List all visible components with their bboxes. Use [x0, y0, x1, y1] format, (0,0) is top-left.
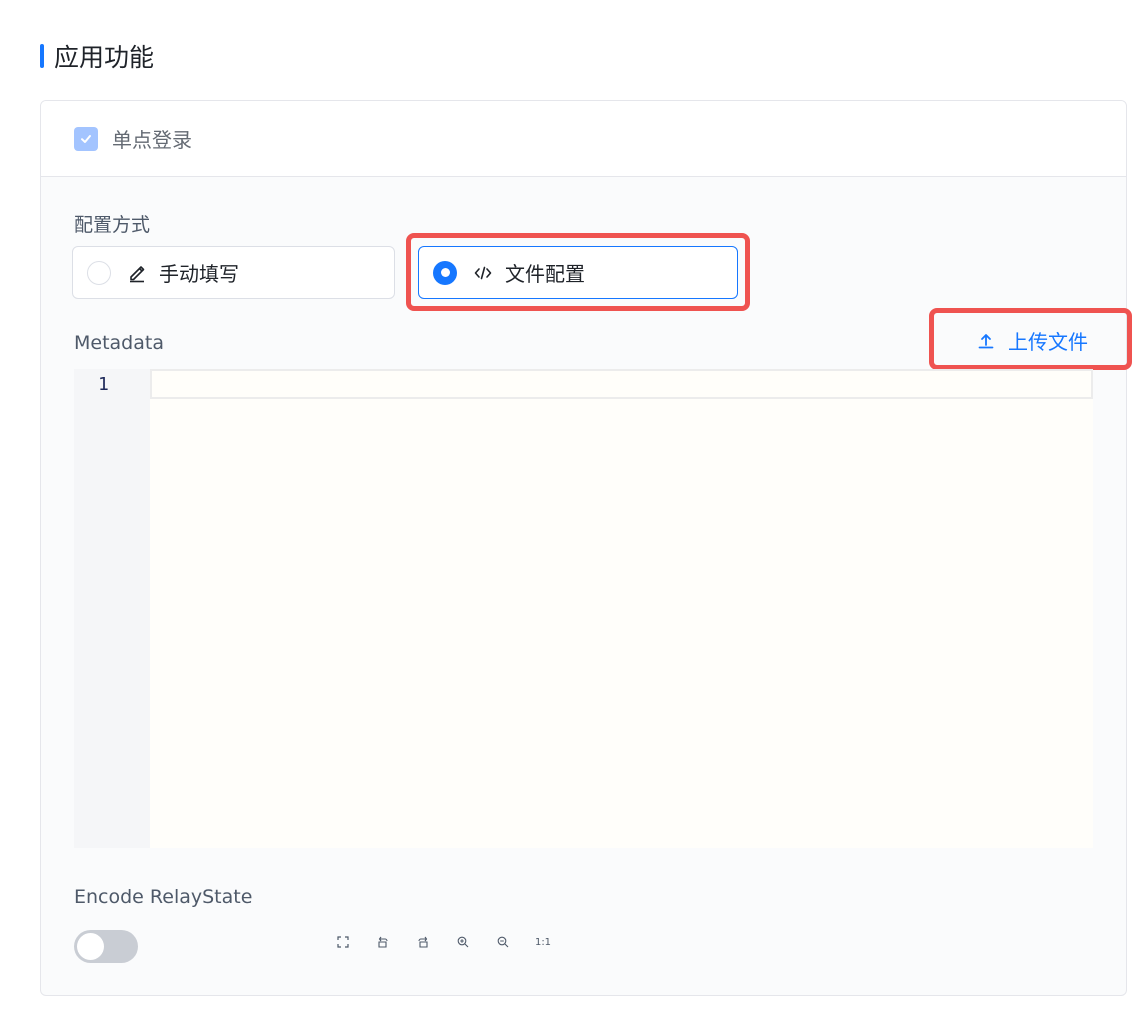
option-file[interactable]: 文件配置 — [418, 246, 738, 299]
radio-manual[interactable] — [87, 260, 111, 285]
check-icon — [81, 134, 91, 143]
config-method-label: 配置方式 — [74, 214, 151, 236]
upload-file-label: 上传文件 — [1008, 330, 1088, 354]
section-title-text: 应用功能 — [54, 43, 155, 72]
switch-knob — [77, 933, 104, 960]
metadata-label: Metadata — [74, 332, 164, 354]
code-icon — [473, 263, 493, 283]
fullscreen-icon[interactable] — [334, 933, 352, 951]
editor-gutter: 1 — [74, 369, 150, 848]
edit-icon — [127, 263, 147, 283]
page: 应用功能 单点登录 配置方式 手动填写 文件配置 Metadata 上传文件 1 — [0, 0, 1145, 1011]
relay-state-switch[interactable] — [74, 930, 138, 963]
editor-active-line[interactable] — [150, 369, 1093, 399]
relay-state-label: Encode RelayState — [74, 886, 253, 908]
image-toolbar: 1:1 — [334, 933, 574, 951]
sso-header: 单点登录 — [41, 101, 1126, 177]
sso-checkbox[interactable] — [74, 126, 98, 151]
zoom-out-icon[interactable] — [494, 933, 512, 951]
rotate-left-icon[interactable] — [374, 933, 392, 951]
option-manual[interactable]: 手动填写 — [72, 246, 395, 299]
metadata-editor[interactable]: 1 — [74, 369, 1093, 848]
upload-icon — [978, 333, 994, 348]
option-manual-label: 手动填写 — [159, 262, 239, 286]
actual-size-button[interactable]: 1:1 — [534, 933, 552, 951]
radio-file[interactable] — [433, 260, 457, 285]
upload-file-button[interactable]: 上传文件 — [976, 326, 1088, 355]
sso-label: 单点登录 — [112, 128, 192, 152]
title-accent-bar — [40, 44, 44, 68]
zoom-in-icon[interactable] — [454, 933, 472, 951]
line-number: 1 — [98, 374, 109, 395]
section-title: 应用功能 — [40, 40, 154, 72]
rotate-right-icon[interactable] — [414, 933, 432, 951]
option-file-label: 文件配置 — [505, 262, 585, 286]
